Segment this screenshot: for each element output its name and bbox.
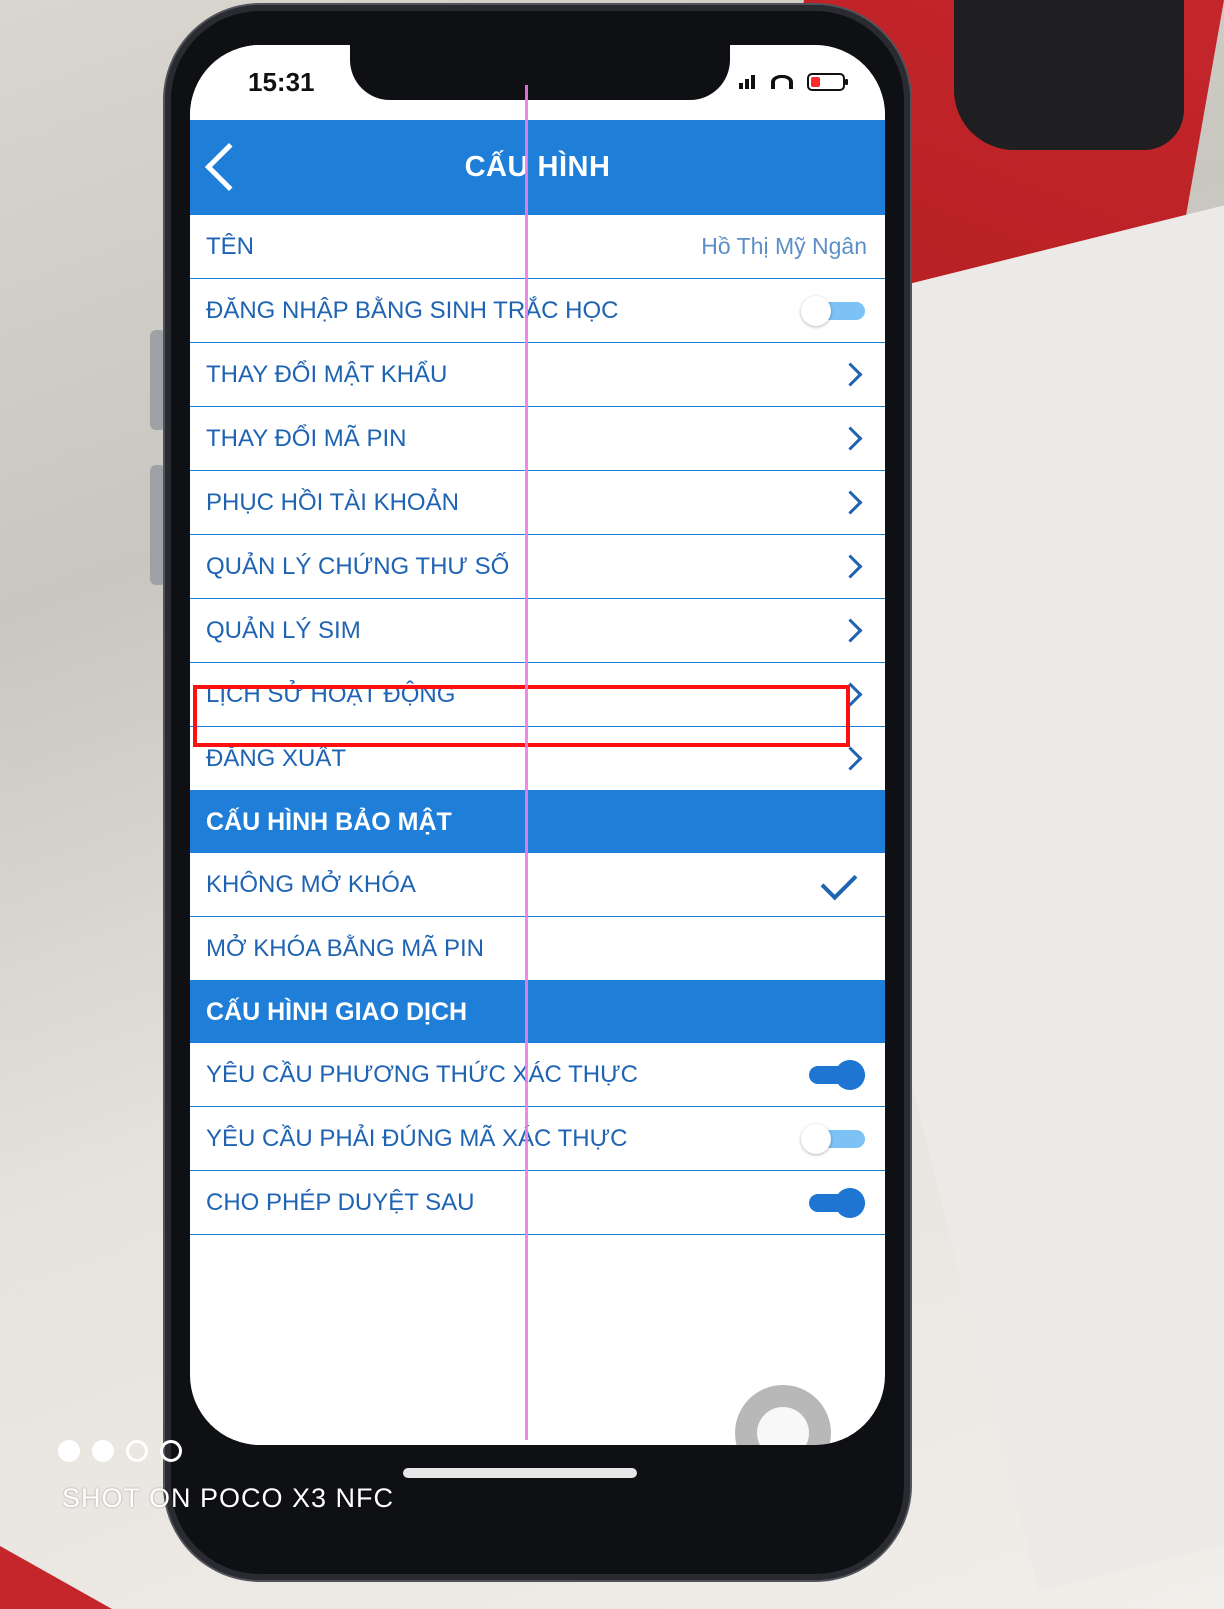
biometric-login-toggle[interactable] [801, 295, 867, 326]
app-header: CẤU HÌNH [190, 120, 885, 215]
battery-icon [807, 73, 848, 91]
logout-label: ĐĂNG XUẤT [206, 744, 347, 772]
display-defect-line [525, 85, 528, 1440]
change-password-row[interactable]: THAY ĐỔI MẬT KHẨU [190, 343, 885, 407]
assistive-touch-button[interactable] [735, 1385, 831, 1445]
volume-button [150, 465, 166, 585]
require-correct-code-label: YÊU CẦU PHẢI ĐÚNG MÃ XÁC THỰC [206, 1124, 628, 1152]
name-value: Hồ Thị Mỹ Ngân [701, 233, 867, 259]
dot [160, 1440, 182, 1462]
chevron-right-icon [838, 554, 863, 579]
back-icon[interactable] [204, 142, 254, 192]
status-icons [739, 73, 848, 91]
pin-unlock-row[interactable]: MỞ KHÓA BẰNG MÃ PIN [190, 917, 885, 981]
dot [58, 1440, 80, 1462]
status-time: 15:31 [248, 67, 315, 97]
page-title: CẤU HÌNH [464, 151, 611, 183]
background-dark-object [954, 0, 1184, 150]
chevron-right-icon [838, 746, 863, 771]
signal-icon [739, 75, 757, 89]
biometric-login-label: ĐĂNG NHẬP BẰNG SINH TRẮC HỌC [206, 296, 619, 324]
name-label: TÊN [206, 232, 254, 260]
change-pin-label: THAY ĐỔI MÃ PIN [206, 424, 407, 452]
dot [126, 1440, 148, 1462]
settings-list: TÊN Hồ Thị Mỹ Ngân ĐĂNG NHẬP BẰNG SINH T… [190, 215, 885, 1235]
pin-unlock-label: MỞ KHÓA BẰNG MÃ PIN [206, 934, 484, 962]
recover-account-row[interactable]: PHỤC HỒI TÀI KHOẢN [190, 471, 885, 535]
highlight-box [193, 685, 850, 747]
chevron-right-icon [838, 426, 863, 451]
change-pin-row[interactable]: THAY ĐỔI MÃ PIN [190, 407, 885, 471]
camera-watermark-dots [58, 1440, 182, 1462]
wifi-icon [771, 74, 793, 90]
require-auth-method-label: YÊU CẦU PHƯƠNG THỨC XÁC THỰC [206, 1060, 638, 1088]
require-correct-code-toggle[interactable] [801, 1123, 867, 1154]
manage-certificates-label: QUẢN LÝ CHỨNG THƯ SỐ [206, 552, 510, 580]
camera-watermark-text: SHOT ON POCO X3 NFC [62, 1483, 395, 1513]
biometric-login-row[interactable]: ĐĂNG NHẬP BẰNG SINH TRẮC HỌC [190, 279, 885, 343]
notch [350, 45, 730, 100]
phone-screen: 15:31 CẤU HÌNH TÊN Hồ Thị Mỹ Ngân ĐĂNG N… [190, 45, 885, 1445]
recover-account-label: PHỤC HỒI TÀI KHOẢN [206, 488, 459, 516]
volume-button [150, 330, 166, 430]
security-section-header: CẤU HÌNH BẢO MẬT [190, 791, 885, 853]
require-auth-method-toggle[interactable] [801, 1059, 867, 1090]
chevron-right-icon [838, 490, 863, 515]
allow-later-approval-row[interactable]: CHO PHÉP DUYỆT SAU [190, 1171, 885, 1235]
change-password-label: THAY ĐỔI MẬT KHẨU [206, 360, 448, 388]
transaction-section-header: CẤU HÌNH GIAO DỊCH [190, 981, 885, 1043]
background-logo-shape [0, 1546, 112, 1609]
manage-certificates-row[interactable]: QUẢN LÝ CHỨNG THƯ SỐ [190, 535, 885, 599]
name-row: TÊN Hồ Thị Mỹ Ngân [190, 215, 885, 279]
require-auth-method-row[interactable]: YÊU CẦU PHƯƠNG THỨC XÁC THỰC [190, 1043, 885, 1107]
chevron-right-icon [838, 362, 863, 387]
allow-later-approval-label: CHO PHÉP DUYỆT SAU [206, 1188, 475, 1216]
chevron-right-icon [838, 618, 863, 643]
manage-sim-row[interactable]: QUẢN LÝ SIM [190, 599, 885, 663]
no-unlock-label: KHÔNG MỞ KHÓA [206, 870, 416, 898]
allow-later-approval-toggle[interactable] [801, 1187, 867, 1218]
home-indicator[interactable] [403, 1468, 637, 1478]
dot [92, 1440, 114, 1462]
no-unlock-row[interactable]: KHÔNG MỞ KHÓA [190, 853, 885, 917]
manage-sim-label: QUẢN LÝ SIM [206, 616, 361, 644]
require-correct-code-row[interactable]: YÊU CẦU PHẢI ĐÚNG MÃ XÁC THỰC [190, 1107, 885, 1171]
status-bar: 15:31 [190, 45, 885, 120]
